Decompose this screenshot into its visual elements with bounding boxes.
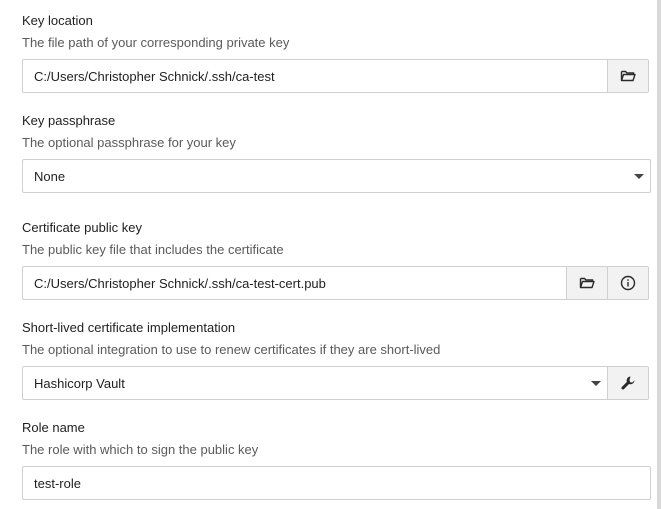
ssh-certificate-settings-panel: Key location The file path of your corre… (0, 0, 661, 509)
short-lived-cert-dropdown[interactable]: Hashicorp Vault (23, 367, 585, 399)
key-location-input[interactable]: C:/Users/Christopher Schnick/.ssh/ca-tes… (23, 60, 607, 92)
certificate-public-key-label: Certificate public key (22, 220, 142, 235)
key-location-label: Key location (22, 13, 93, 28)
key-location-description: The file path of your corresponding priv… (22, 35, 290, 50)
short-lived-cert-configure-button[interactable] (607, 367, 648, 399)
certificate-public-key-section: Certificate public key The public key fi… (22, 220, 651, 300)
vertical-scrollbar[interactable] (657, 0, 661, 509)
certificate-public-key-input[interactable]: C:/Users/Christopher Schnick/.ssh/ca-tes… (23, 267, 566, 299)
folder-open-icon (620, 69, 636, 83)
short-lived-cert-field: Hashicorp Vault (22, 366, 649, 400)
key-passphrase-label: Key passphrase (22, 113, 116, 128)
key-location-browse-button[interactable] (607, 60, 648, 92)
certificate-public-key-browse-button[interactable] (566, 267, 607, 299)
role-name-section: Role name The role with which to sign th… (22, 420, 651, 500)
wrench-icon (620, 375, 636, 391)
short-lived-cert-section: Short-lived certificate implementation T… (22, 320, 651, 400)
key-passphrase-section: Key passphrase The optional passphrase f… (22, 113, 651, 193)
role-name-description: The role with which to sign the public k… (22, 442, 259, 457)
key-passphrase-dropdown[interactable]: None (22, 159, 651, 193)
short-lived-cert-label: Short-lived certificate implementation (22, 320, 236, 335)
certificate-public-key-description: The public key file that includes the ce… (22, 242, 284, 257)
folder-open-icon (579, 276, 595, 290)
key-passphrase-selected: None (34, 168, 66, 184)
short-lived-cert-description: The optional integration to use to renew… (22, 342, 441, 357)
chevron-down-icon (628, 160, 650, 192)
role-name-label: Role name (22, 420, 85, 435)
certificate-public-key-field: C:/Users/Christopher Schnick/.ssh/ca-tes… (22, 266, 649, 300)
key-location-field: C:/Users/Christopher Schnick/.ssh/ca-tes… (22, 59, 649, 93)
role-name-field: test-role (22, 466, 651, 500)
role-name-input[interactable]: test-role (23, 467, 650, 499)
key-passphrase-description: The optional passphrase for your key (22, 135, 236, 150)
key-location-section: Key location The file path of your corre… (22, 13, 651, 93)
chevron-down-icon[interactable] (585, 367, 607, 399)
info-icon (620, 275, 636, 291)
certificate-public-key-info-button[interactable] (607, 267, 648, 299)
